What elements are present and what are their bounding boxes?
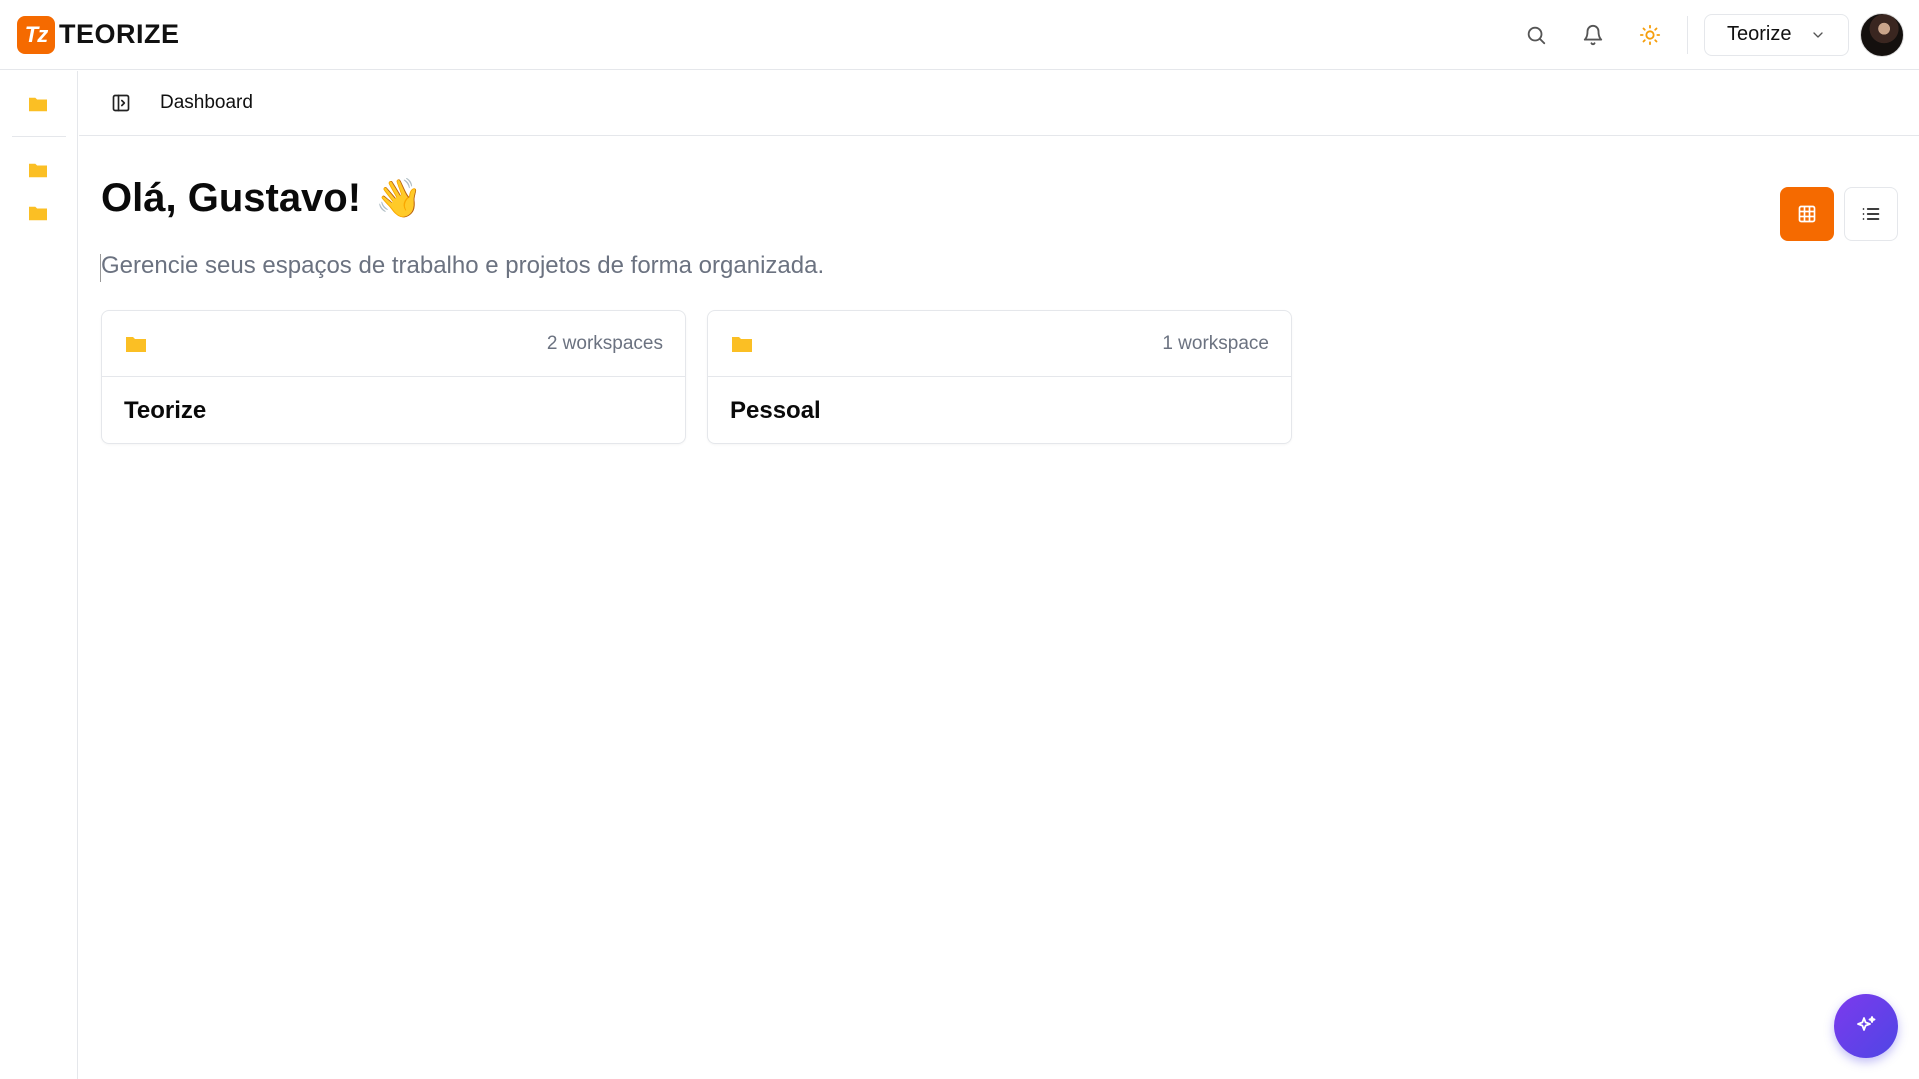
org-selector-label: Teorize — [1727, 23, 1792, 45]
avatar[interactable] — [1860, 12, 1904, 57]
folder-icon — [126, 336, 146, 352]
greeting-text: Olá, Gustavo! — [101, 176, 362, 220]
sparkles-icon — [1857, 1016, 1876, 1031]
left-rail — [0, 71, 78, 1079]
card-title: Pessoal — [730, 397, 821, 424]
chevron-down-icon — [1813, 31, 1823, 38]
notifications-button[interactable] — [1573, 15, 1613, 55]
brand-name: TEORIZE — [59, 19, 180, 49]
view-toggle — [1780, 187, 1898, 241]
organization-cards: 2 workspaces Teorize 1 workspace Pessoal — [101, 310, 1292, 444]
workspace-count: 2 workspaces — [546, 332, 663, 354]
ai-assistant-button[interactable] — [1834, 994, 1898, 1058]
brand-mark: Tz — [17, 15, 55, 54]
page-subtitle: Gerencie seus espaços de trabalho e proj… — [99, 252, 825, 282]
list-icon — [1862, 208, 1880, 220]
card-header: 2 workspaces — [102, 311, 685, 377]
search-button[interactable] — [1516, 15, 1556, 55]
search-icon — [1527, 26, 1546, 44]
folder-icon[interactable] — [27, 204, 49, 222]
top-divider — [1687, 15, 1688, 54]
grid-icon — [1798, 205, 1816, 223]
card-title: Teorize — [124, 397, 207, 424]
wave-emoji: 👋 — [375, 177, 423, 220]
rail-divider — [12, 136, 66, 137]
panel-left-icon — [112, 94, 130, 112]
workspace-count: 1 workspace — [1162, 332, 1269, 354]
folder-icon[interactable] — [27, 95, 49, 113]
sun-icon — [1639, 24, 1661, 45]
sidebar-toggle-button[interactable] — [109, 91, 133, 115]
list-view-button[interactable] — [1844, 187, 1898, 241]
top-bar: Tz TEORIZE Teorize — [0, 0, 1919, 70]
organization-card[interactable]: 1 workspace Pessoal — [707, 310, 1292, 444]
top-actions: Teorize — [1499, 12, 1904, 57]
page-title: Olá, Gustavo! 👋 — [101, 176, 422, 221]
organization-card[interactable]: 2 workspaces Teorize — [101, 310, 686, 444]
grid-view-button[interactable] — [1780, 187, 1834, 241]
folder-icon[interactable] — [27, 161, 49, 179]
folder-icon — [732, 336, 752, 352]
card-header: 1 workspace — [708, 311, 1291, 377]
bell-icon — [1583, 24, 1603, 45]
header-bar: Dashboard — [79, 71, 1919, 136]
org-selector[interactable]: Teorize — [1704, 13, 1849, 56]
theme-toggle-button[interactable] — [1630, 15, 1670, 55]
breadcrumb[interactable]: Dashboard — [160, 92, 253, 114]
brand-logo[interactable]: Tz TEORIZE — [17, 15, 180, 54]
